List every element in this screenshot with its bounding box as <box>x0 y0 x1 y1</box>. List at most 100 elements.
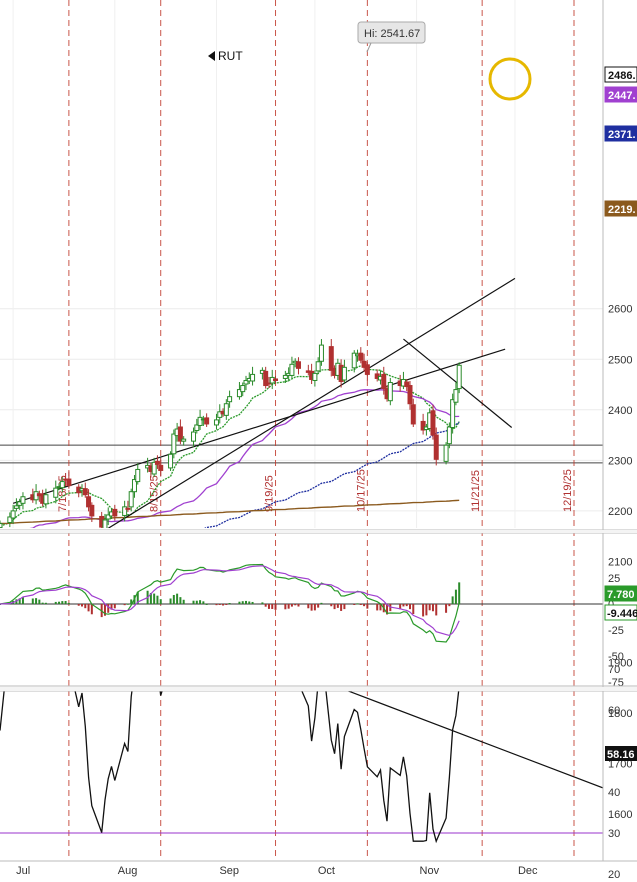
candle-body <box>10 510 16 519</box>
macd-histogram-bar <box>422 604 425 617</box>
macd-histogram-bar <box>195 600 198 604</box>
macd-histogram-bar <box>363 604 366 607</box>
candle-body <box>213 419 219 426</box>
macd-histogram-bar <box>448 604 451 607</box>
candle-body <box>250 373 256 382</box>
candle-body <box>20 496 26 504</box>
macd-histogram-bar <box>445 604 448 613</box>
macd-tick-label: 25 <box>608 573 620 585</box>
price-tick-label: 2200 <box>608 506 632 518</box>
macd-histogram-bar <box>402 604 405 607</box>
macd-histogram-bar <box>58 601 61 604</box>
rsi-tick-label: 20 <box>608 869 620 881</box>
candle-body <box>446 426 452 445</box>
macd-histogram-bar <box>67 602 70 604</box>
macd-histogram-bar <box>153 593 156 604</box>
candle-body <box>315 361 321 372</box>
event-date-label: 9/19/25 <box>264 475 276 512</box>
candle-body <box>456 364 462 390</box>
x-axis-month-label: Dec <box>518 865 538 877</box>
candle-body <box>135 468 141 483</box>
macd-histogram-bar <box>238 601 241 604</box>
macd-histogram-bar <box>199 600 202 604</box>
macd-histogram-bar <box>41 602 44 604</box>
macd-histogram-bar <box>61 601 64 604</box>
macd-histogram-bar <box>274 604 277 610</box>
rsi-tick-label: 60 <box>608 705 620 717</box>
macd-histogram-bar <box>179 597 182 604</box>
candle-body <box>295 361 301 369</box>
candle-body <box>125 507 131 510</box>
macd-histogram-bar <box>320 602 323 604</box>
macd-histogram-bar <box>405 604 408 607</box>
candle-body <box>450 399 456 428</box>
stock-chart: 7/18/25 8/15/25 9/19/25 10/17/25 11/21/25 12/… <box>0 0 637 882</box>
candle <box>443 442 449 465</box>
candle-body <box>43 494 49 505</box>
candle-body <box>430 410 436 436</box>
macd-histogram-bar <box>359 604 362 605</box>
event-date-label: 12/19/25 <box>562 469 574 512</box>
candle-body <box>158 464 164 471</box>
candle-body <box>453 389 459 403</box>
price-tick-label: 2600 <box>608 304 632 316</box>
macd-histogram-bar <box>333 604 336 610</box>
price-tick-label: 2400 <box>608 405 632 417</box>
macd-histogram-bar <box>251 601 254 604</box>
candle-body <box>318 344 324 362</box>
candle-body <box>204 417 210 425</box>
last-value-label: 2371. <box>608 129 636 141</box>
candle-body <box>128 491 134 508</box>
x-axis-month-label: Oct <box>318 865 335 877</box>
macd-histogram-bar <box>225 604 228 605</box>
macd-histogram-bar <box>215 604 218 606</box>
macd-histogram-bar <box>264 604 267 607</box>
event-date-label: 11/21/25 <box>470 470 482 512</box>
panel-separator <box>0 530 637 533</box>
candle-body <box>407 385 413 405</box>
macd-histogram-bar <box>425 604 428 616</box>
macd-histogram-bar <box>290 604 293 607</box>
macd-histogram-bar <box>176 593 179 604</box>
macd-histogram-bar <box>54 601 57 604</box>
rsi-tick-label: 40 <box>608 787 620 799</box>
macd-histogram-bar <box>366 604 369 609</box>
macd-histogram-bar <box>431 604 434 612</box>
macd-histogram-bar <box>126 603 129 605</box>
candle-body <box>171 433 177 455</box>
macd-histogram-bar <box>205 603 208 605</box>
macd-histogram-bar <box>77 604 80 606</box>
rsi-tick-label: 30 <box>608 828 620 840</box>
candle-body <box>358 352 364 361</box>
x-axis-month-label: Nov <box>420 865 440 877</box>
candle-body <box>168 453 174 469</box>
macd-histogram-bar <box>87 604 90 612</box>
macd-histogram-bar <box>317 604 320 608</box>
candle-body <box>0 523 3 528</box>
macd-histogram-bar <box>353 604 356 606</box>
rsi-value-label: 58.16 <box>607 749 635 761</box>
macd-histogram-bar <box>294 604 297 606</box>
macd-histogram-bar <box>330 604 333 607</box>
macd-histogram-bar <box>35 598 38 604</box>
candle-body <box>227 396 233 403</box>
macd-histogram-bar <box>228 603 231 605</box>
macd-histogram-bar <box>310 604 313 611</box>
high-callout-label: Hi: 2541.67 <box>364 28 420 40</box>
macd-histogram-bar <box>156 595 159 604</box>
macd-histogram-bar <box>248 601 251 604</box>
candle-body <box>112 508 118 517</box>
macd-histogram-bar <box>64 601 67 604</box>
macd-histogram-bar <box>435 604 438 616</box>
macd-histogram-bar <box>113 604 116 609</box>
macd-histogram-bar <box>412 604 415 615</box>
candle-body <box>433 434 439 460</box>
candle-body <box>59 481 65 489</box>
macd-histogram-bar <box>107 604 110 613</box>
candle-body <box>387 382 393 402</box>
candle-body <box>191 431 197 442</box>
macd-histogram-bar <box>376 604 379 611</box>
macd-histogram-bar <box>172 594 175 604</box>
macd-histogram-bar <box>340 604 343 611</box>
macd-histogram-bar <box>409 604 411 610</box>
